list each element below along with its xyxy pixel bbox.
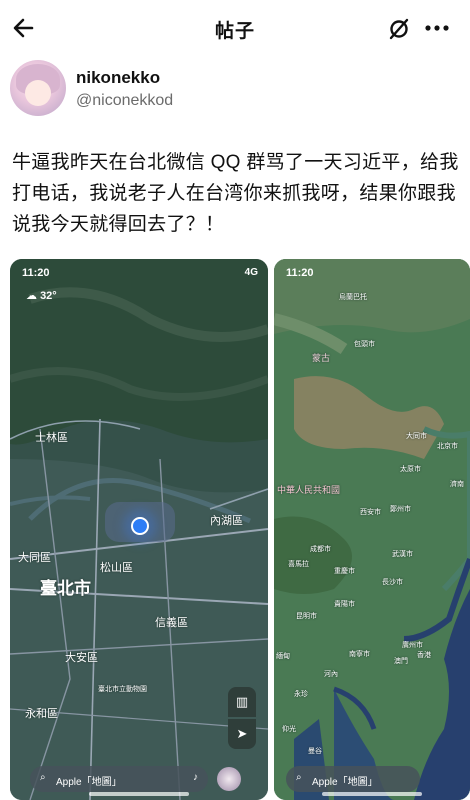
status-network: 4G [244, 267, 258, 278]
map-label-mongolia: 蒙古 [312, 353, 331, 363]
weather-badge: ☁ 32° [26, 290, 57, 302]
map-label-yangon: 仰光 [282, 726, 296, 733]
map-label-datong-city: 大同市 [406, 433, 427, 440]
map-label-zhengzhou: 鄭州市 [390, 506, 411, 513]
map-label-xinyi: 信義區 [155, 617, 188, 629]
attached-image-taipei-map[interactable]: 11:20 4G ☁ 32° 士林區 內湖區 大同區 松山區 臺北市 信義區 大… [10, 259, 268, 800]
map-label-nanning: 南寧市 [349, 651, 370, 658]
map-label-kunming: 昆明市 [296, 613, 317, 620]
map-label-xian: 西安市 [360, 509, 381, 516]
map-label-datong: 大同區 [18, 552, 51, 564]
map-label-prc: 中華人民共和國 [277, 485, 341, 495]
mute-icon[interactable] [386, 16, 412, 42]
top-bar: 帖子 [0, 0, 470, 58]
profile-avatar[interactable] [217, 767, 241, 791]
map-label-himalaya: 喜馬拉 [288, 561, 309, 568]
map-search-bar[interactable]: ⌕ Apple「地圖」 ♪ [30, 766, 208, 792]
map-label-daan: 大安區 [65, 652, 98, 664]
status-bar: 11:20 4G [10, 259, 268, 285]
home-indicator [89, 792, 189, 796]
post-text: 牛逼我昨天在台北微信 QQ 群骂了一天习近平，给我打电话，我说老子人在台湾你来抓… [12, 152, 459, 235]
weather-temp: 32° [40, 290, 57, 302]
map-label-vientiane: 永珍 [294, 691, 308, 698]
status-time: 11:20 [22, 267, 50, 279]
avatar-face [25, 80, 51, 106]
map-search-text-right: Apple「地圖」 [312, 777, 378, 788]
status-bar-right: 11:20 [274, 259, 470, 285]
search-icon: ⌕ [40, 772, 46, 783]
map-search-bar-right[interactable]: ⌕ Apple「地圖」 [286, 766, 420, 792]
map-label-baotou: 包頭市 [354, 341, 375, 348]
post-author[interactable]: nikonekko @niconekkod [10, 60, 460, 120]
map-label-neihu: 內湖區 [210, 515, 243, 527]
locate-me-button[interactable]: ➤ [228, 719, 256, 749]
map-label-guiyang: 貴陽市 [334, 601, 355, 608]
map-label-taipei: 臺北市 [40, 579, 91, 598]
map-label-ulaanbaatar: 烏蘭巴托 [339, 294, 367, 301]
map-label-jinan: 濟南 [450, 481, 464, 488]
map-label-macau: 澳門 [394, 658, 408, 665]
current-location-dot [131, 517, 149, 535]
author-handle: @niconekkod [76, 92, 174, 109]
map-search-text: Apple「地圖」 [56, 777, 122, 788]
attached-image-china-map[interactable]: 11:20 烏蘭巴托 包頭市 蒙古 大同市 北京市 太原市 濟南 中華人民共和國… [274, 259, 470, 800]
map-label-beijing: 北京市 [437, 443, 458, 450]
map-label-yonghe: 永和區 [25, 708, 58, 720]
microphone-icon[interactable]: ♪ [193, 772, 198, 783]
map-layers-button[interactable]: ▥ [228, 687, 256, 717]
map-label-taiyuan: 太原市 [400, 466, 421, 473]
author-name[interactable]: nikonekko [76, 68, 160, 88]
map-label-hongkong: 香港 [417, 652, 431, 659]
map-label-bangkok: 曼谷 [308, 748, 322, 755]
map-label-chengdu: 成都市 [310, 546, 331, 553]
map-label-changsha: 長沙市 [382, 579, 403, 586]
avatar[interactable] [10, 60, 66, 116]
map-label-chongqing: 重慶市 [334, 568, 355, 575]
map-label-hanoi: 河內 [324, 671, 338, 678]
map-label-myanmar: 緬甸 [276, 653, 290, 660]
more-icon[interactable] [424, 18, 450, 38]
status-time-right: 11:20 [286, 267, 314, 279]
map-label-songshan: 松山區 [100, 562, 133, 574]
map-label-zoo: 臺北市立動物園 [98, 686, 147, 693]
map-label-wuhan: 武漢市 [392, 551, 413, 558]
home-indicator-right [322, 792, 422, 796]
map-label-shilin: 士林區 [35, 432, 68, 444]
search-icon-right: ⌕ [296, 772, 302, 783]
map-label-guangzhou: 廣州市 [402, 642, 423, 649]
